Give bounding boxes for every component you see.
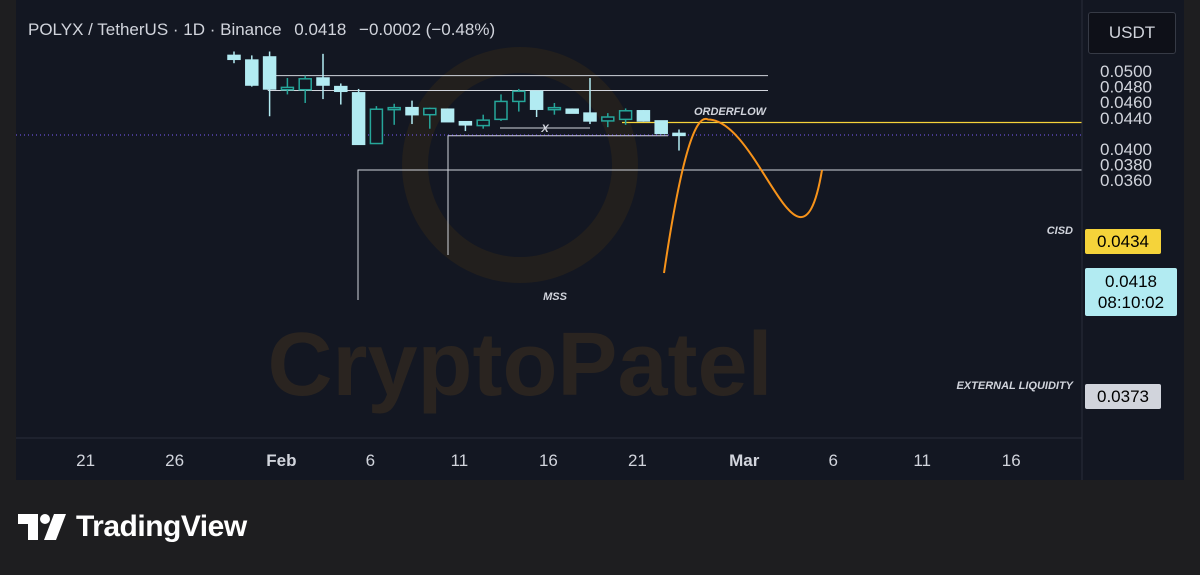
candle-body — [245, 59, 259, 86]
external-liquidity-price-label: 0.0373 — [1085, 384, 1161, 409]
candle-body — [262, 56, 277, 90]
currency-button[interactable]: USDT — [1088, 12, 1176, 54]
external-liquidity-label: EXTERNAL LIQUIDITY — [956, 380, 1074, 392]
candle-body — [351, 92, 366, 146]
tradingview-brand[interactable]: TradingView — [18, 510, 247, 544]
header-change: −0.0002 (−0.48%) — [359, 20, 496, 39]
tradingview-logo-icon — [18, 514, 66, 540]
candle-body — [583, 112, 597, 122]
x-tick-label: 11 — [913, 451, 931, 470]
candle-body — [494, 100, 508, 121]
y-tick-label: 0.0440 — [1100, 109, 1152, 128]
chart-canvas[interactable]: CryptoPatel ORDERFLOW X MSS CISD EXTERNAL LI… — [0, 0, 1200, 480]
candle-body — [316, 77, 330, 86]
x-tick-label: 11 — [451, 451, 469, 470]
cisd-label: CISD — [1047, 225, 1073, 237]
candle-body — [512, 90, 526, 103]
candle-body — [227, 54, 241, 61]
header-price: 0.0418 — [294, 20, 347, 39]
watermark-text: CryptoPatel — [267, 315, 772, 415]
symbol-header: POLYX / TetherUS · 1D · Binance 0.0418 −… — [28, 20, 495, 40]
x-mark-label: X — [540, 123, 549, 135]
x-tick-label: Mar — [729, 451, 760, 470]
x-tick-label: 21 — [76, 451, 95, 470]
brand-name: TradingView — [76, 510, 247, 543]
candle-body — [405, 106, 419, 116]
candle-body — [369, 108, 384, 145]
candle-body — [529, 90, 544, 110]
orderflow-label: ORDERFLOW — [694, 106, 768, 118]
x-tick-label: 6 — [828, 451, 837, 470]
y-tick-label: 0.0360 — [1100, 171, 1152, 190]
candle-body — [458, 120, 473, 126]
external-liquidity-line — [357, 169, 1082, 300]
candle-body — [636, 110, 651, 122]
cisd-price-label: 0.0434 — [1085, 229, 1161, 254]
candle-body — [440, 108, 455, 123]
candle-body — [423, 107, 437, 116]
x-tick-label: Feb — [266, 451, 296, 470]
symbol-title: POLYX / TetherUS · 1D · Binance — [28, 20, 282, 39]
candle-body — [334, 85, 348, 93]
x-tick-label: 26 — [165, 451, 184, 470]
projection-arc — [663, 117, 823, 274]
x-tick-label: 21 — [628, 451, 647, 470]
candle-body — [654, 120, 668, 135]
candle-body — [547, 106, 562, 111]
countdown-timer: 08:10:02 — [1097, 293, 1165, 312]
candle-body — [601, 116, 615, 122]
candle-body — [476, 119, 490, 127]
candle-body — [618, 110, 633, 121]
x-tick-label: 16 — [539, 451, 558, 470]
candle-body — [565, 108, 579, 114]
x-tick-label: 16 — [1002, 451, 1021, 470]
candle-body — [298, 78, 312, 91]
last-price-value: 0.0418 — [1105, 272, 1157, 291]
candle-body — [280, 86, 295, 91]
last-price-label: 0.0418 08:10:02 — [1085, 268, 1177, 316]
candle-body — [387, 106, 401, 111]
mss-label: MSS — [543, 291, 568, 303]
x-tick-label: 6 — [366, 451, 375, 470]
candle-body — [672, 132, 686, 137]
